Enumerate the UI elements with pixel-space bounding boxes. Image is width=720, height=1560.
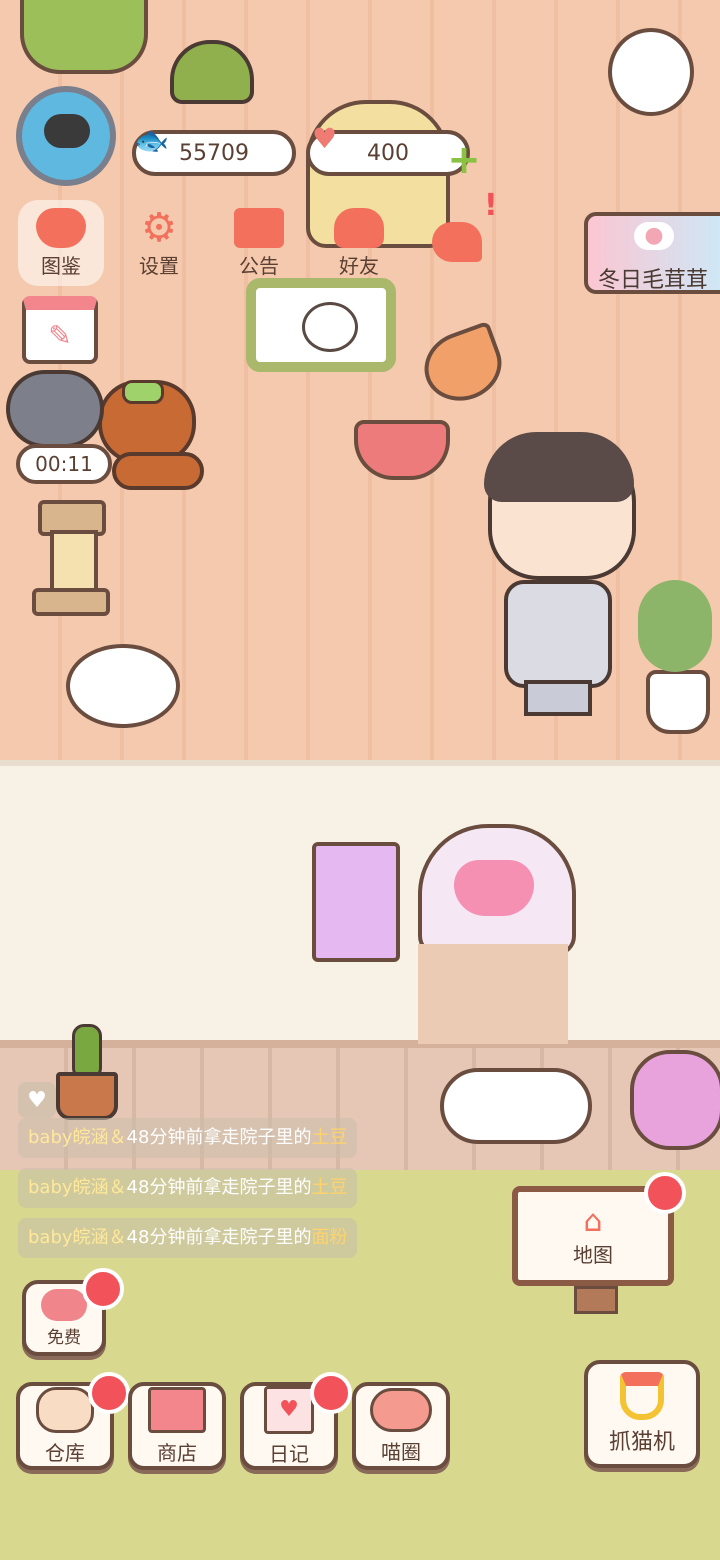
owl-egg[interactable] — [608, 28, 694, 116]
cat-diver-avatar-icon — [44, 114, 90, 148]
storage-icon — [36, 1386, 94, 1433]
cat-timer: 00:11 — [16, 444, 112, 484]
menu-friends-label: 好友 — [339, 253, 379, 278]
gift-icon — [234, 207, 284, 248]
diary-icon: ♥ — [264, 1385, 314, 1434]
map-label: 地图 — [573, 1243, 613, 1267]
menu-tujian-label: 图鉴 — [41, 253, 81, 278]
grey-cat[interactable] — [6, 370, 104, 448]
claw-icon — [620, 1372, 664, 1420]
cat-head-icon — [36, 207, 86, 248]
wall-poster[interactable] — [312, 842, 400, 962]
cactus-pot[interactable] — [56, 1024, 118, 1120]
cloud-pillow[interactable] — [440, 1068, 592, 1144]
menu-settings-button[interactable]: ⚙ 设置 — [116, 200, 202, 286]
warehouse-label: 仓库 — [45, 1440, 85, 1465]
white-hat[interactable] — [66, 644, 180, 728]
edit-room-button[interactable]: ✎ — [22, 296, 98, 364]
feed-item: baby皖涵＆48分钟前拿走院子里的土豆 — [18, 1118, 358, 1158]
diary-notification-badge — [310, 1372, 352, 1414]
heart-doorway[interactable] — [418, 824, 576, 1044]
feed-user: baby皖涵＆ — [28, 1177, 127, 1198]
menu-announcement-label: 公告 — [239, 253, 279, 278]
player-character[interactable] — [478, 432, 638, 716]
winter-event-banner[interactable]: ● 冬日毛茸茸 — [584, 212, 720, 294]
menu-tujian-button[interactable]: 图鉴 — [18, 200, 104, 286]
panda-picture-rug[interactable] — [246, 278, 396, 372]
feed-item-name: 面粉 — [311, 1227, 348, 1248]
feed-item: baby皖涵＆48分钟前拿走院子里的面粉 — [18, 1218, 358, 1258]
scratching-post[interactable] — [32, 500, 110, 616]
diary-label: 日记 — [269, 1441, 309, 1466]
meow-circle-button[interactable]: 喵圈 — [352, 1382, 450, 1470]
fish-count: 55709 — [179, 140, 249, 166]
menu-friends-button[interactable]: 好友 — [316, 200, 402, 286]
map-notification-badge — [644, 1172, 686, 1214]
shop-button[interactable]: 商店 — [128, 1382, 226, 1470]
add-heart-button[interactable]: + — [444, 137, 484, 183]
paw-icon: ● — [634, 222, 674, 250]
fish-currency[interactable]: 🐟 55709 — [132, 124, 296, 176]
menu-settings-label: 设置 — [139, 253, 179, 278]
plus-icon: + — [447, 137, 481, 183]
house-icon: ⌂ — [583, 1204, 603, 1239]
free-notification-badge — [82, 1268, 124, 1310]
shop-label: 商店 — [157, 1440, 197, 1465]
menu-announcement-button[interactable]: 公告 — [216, 200, 302, 286]
feed-user: baby皖涵＆ — [28, 1227, 127, 1248]
meow-circle-label: 喵圈 — [381, 1439, 421, 1464]
heart-chat-icon: ♥ — [27, 1087, 47, 1113]
sign-post — [574, 1286, 618, 1314]
heart-icon: ♥ — [312, 122, 338, 155]
feed-text: 48分钟前拿走院子里的 — [126, 1127, 312, 1148]
feed-item-name: 土豆 — [311, 1127, 348, 1148]
chat-toggle-button[interactable]: ♥ — [18, 1082, 56, 1118]
feed-text: 48分钟前拿走院子里的 — [126, 1177, 312, 1198]
heart-message-icon — [432, 222, 482, 262]
notification-exclamation-icon: ! — [484, 188, 498, 223]
feed-user: baby皖涵＆ — [28, 1127, 127, 1148]
claw-machine-button[interactable]: 抓猫机 — [584, 1360, 700, 1468]
player-avatar[interactable] — [16, 86, 116, 186]
feed-text: 48分钟前拿走院子里的 — [126, 1227, 312, 1248]
potted-plant-top — [20, 0, 148, 74]
lily-plant[interactable] — [628, 580, 720, 734]
cat-planet-icon — [370, 1387, 432, 1432]
gear-icon: ⚙ — [141, 204, 177, 251]
pencil-icon: ✎ — [48, 318, 72, 352]
feed-item-name: 土豆 — [311, 1177, 348, 1198]
event-label: 冬日毛茸茸 — [598, 268, 709, 293]
fish-icon: 🐟 — [134, 124, 169, 157]
warehouse-notification-badge — [88, 1372, 130, 1414]
heart-gift-icon — [41, 1288, 87, 1321]
pink-bear-plush[interactable] — [630, 1050, 720, 1150]
heart-count: 400 — [367, 140, 409, 166]
friends-icon — [334, 207, 384, 248]
shop-icon — [148, 1386, 206, 1433]
feed-item: baby皖涵＆48分钟前拿走院子里的土豆 — [18, 1168, 358, 1208]
timer-text: 00:11 — [35, 452, 93, 476]
claw-machine-label: 抓猫机 — [608, 1430, 675, 1455]
free-label: 免费 — [47, 1327, 81, 1348]
